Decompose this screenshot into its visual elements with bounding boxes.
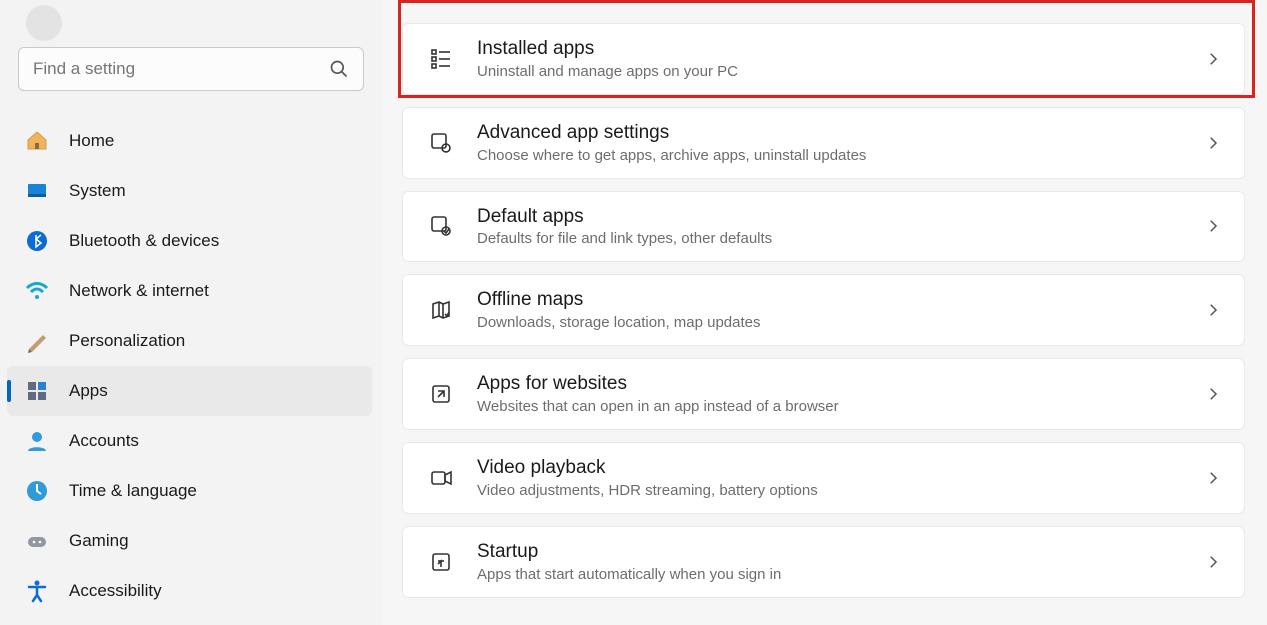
card-subtitle: Defaults for file and link types, other …: [477, 230, 1204, 247]
card-subtitle: Downloads, storage location, map updates: [477, 314, 1204, 331]
card-subtitle: Video adjustments, HDR streaming, batter…: [477, 482, 1204, 499]
installed-apps-icon: [425, 43, 457, 75]
search-input[interactable]: [18, 47, 364, 91]
sidebar-item-label: Bluetooth & devices: [69, 231, 219, 251]
sidebar-item-label: Home: [69, 131, 114, 151]
chevron-right-icon: [1204, 301, 1222, 319]
search-field[interactable]: [33, 59, 329, 79]
card-title: Video playback: [477, 457, 1204, 480]
video-playback-icon: [425, 462, 457, 494]
sidebar: Home System Bluetooth & devices Network …: [0, 0, 382, 625]
sidebar-item-time-language[interactable]: Time & language: [7, 466, 372, 516]
gaming-icon: [25, 529, 49, 553]
main-panel: Installed apps Uninstall and manage apps…: [382, 0, 1267, 625]
sidebar-item-gaming[interactable]: Gaming: [7, 516, 372, 566]
sidebar-item-bluetooth[interactable]: Bluetooth & devices: [7, 216, 372, 266]
chevron-right-icon: [1204, 385, 1222, 403]
card-subtitle: Uninstall and manage apps on your PC: [477, 63, 1204, 80]
sidebar-item-accessibility[interactable]: Accessibility: [7, 566, 372, 616]
sidebar-item-network[interactable]: Network & internet: [7, 266, 372, 316]
sidebar-item-apps[interactable]: Apps: [7, 366, 372, 416]
startup-icon: [425, 546, 457, 578]
apps-icon: [25, 379, 49, 403]
card-video-playback[interactable]: Video playback Video adjustments, HDR st…: [402, 442, 1245, 514]
chevron-right-icon: [1204, 217, 1222, 235]
bluetooth-icon: [25, 229, 49, 253]
chevron-right-icon: [1204, 50, 1222, 68]
sidebar-item-accounts[interactable]: Accounts: [7, 416, 372, 466]
sidebar-item-label: Network & internet: [69, 281, 209, 301]
clock-globe-icon: [25, 479, 49, 503]
default-apps-icon: [425, 210, 457, 242]
card-subtitle: Choose where to get apps, archive apps, …: [477, 147, 1204, 164]
card-startup[interactable]: Startup Apps that start automatically wh…: [402, 526, 1245, 598]
sidebar-item-system[interactable]: System: [7, 166, 372, 216]
card-subtitle: Apps that start automatically when you s…: [477, 566, 1204, 583]
nav-list: Home System Bluetooth & devices Network …: [0, 116, 382, 616]
sidebar-item-label: Accessibility: [69, 581, 162, 601]
personalization-icon: [25, 329, 49, 353]
sidebar-item-label: Accounts: [69, 431, 139, 451]
sidebar-item-personalization[interactable]: Personalization: [7, 316, 372, 366]
card-installed-apps[interactable]: Installed apps Uninstall and manage apps…: [402, 23, 1245, 95]
system-icon: [25, 179, 49, 203]
card-subtitle: Websites that can open in an app instead…: [477, 398, 1204, 415]
avatar[interactable]: [26, 5, 62, 41]
chevron-right-icon: [1204, 553, 1222, 571]
sidebar-item-home[interactable]: Home: [7, 116, 372, 166]
home-icon: [25, 129, 49, 153]
card-title: Startup: [477, 541, 1204, 564]
chevron-right-icon: [1204, 134, 1222, 152]
card-apps-for-websites[interactable]: Apps for websites Websites that can open…: [402, 358, 1245, 430]
sidebar-item-label: Personalization: [69, 331, 185, 351]
search-icon: [329, 59, 349, 79]
offline-maps-icon: [425, 294, 457, 326]
apps-websites-icon: [425, 378, 457, 410]
card-title: Offline maps: [477, 289, 1204, 312]
card-offline-maps[interactable]: Offline maps Downloads, storage location…: [402, 274, 1245, 346]
card-title: Advanced app settings: [477, 122, 1204, 145]
card-title: Installed apps: [477, 38, 1204, 61]
chevron-right-icon: [1204, 469, 1222, 487]
sidebar-item-label: Gaming: [69, 531, 129, 551]
accounts-icon: [25, 429, 49, 453]
sidebar-item-label: Apps: [69, 381, 108, 401]
sidebar-item-label: Time & language: [69, 481, 197, 501]
card-title: Default apps: [477, 206, 1204, 229]
card-advanced-app-settings[interactable]: Advanced app settings Choose where to ge…: [402, 107, 1245, 179]
advanced-settings-icon: [425, 127, 457, 159]
accessibility-icon: [25, 579, 49, 603]
card-default-apps[interactable]: Default apps Defaults for file and link …: [402, 191, 1245, 263]
wifi-icon: [25, 279, 49, 303]
card-title: Apps for websites: [477, 373, 1204, 396]
sidebar-item-label: System: [69, 181, 126, 201]
